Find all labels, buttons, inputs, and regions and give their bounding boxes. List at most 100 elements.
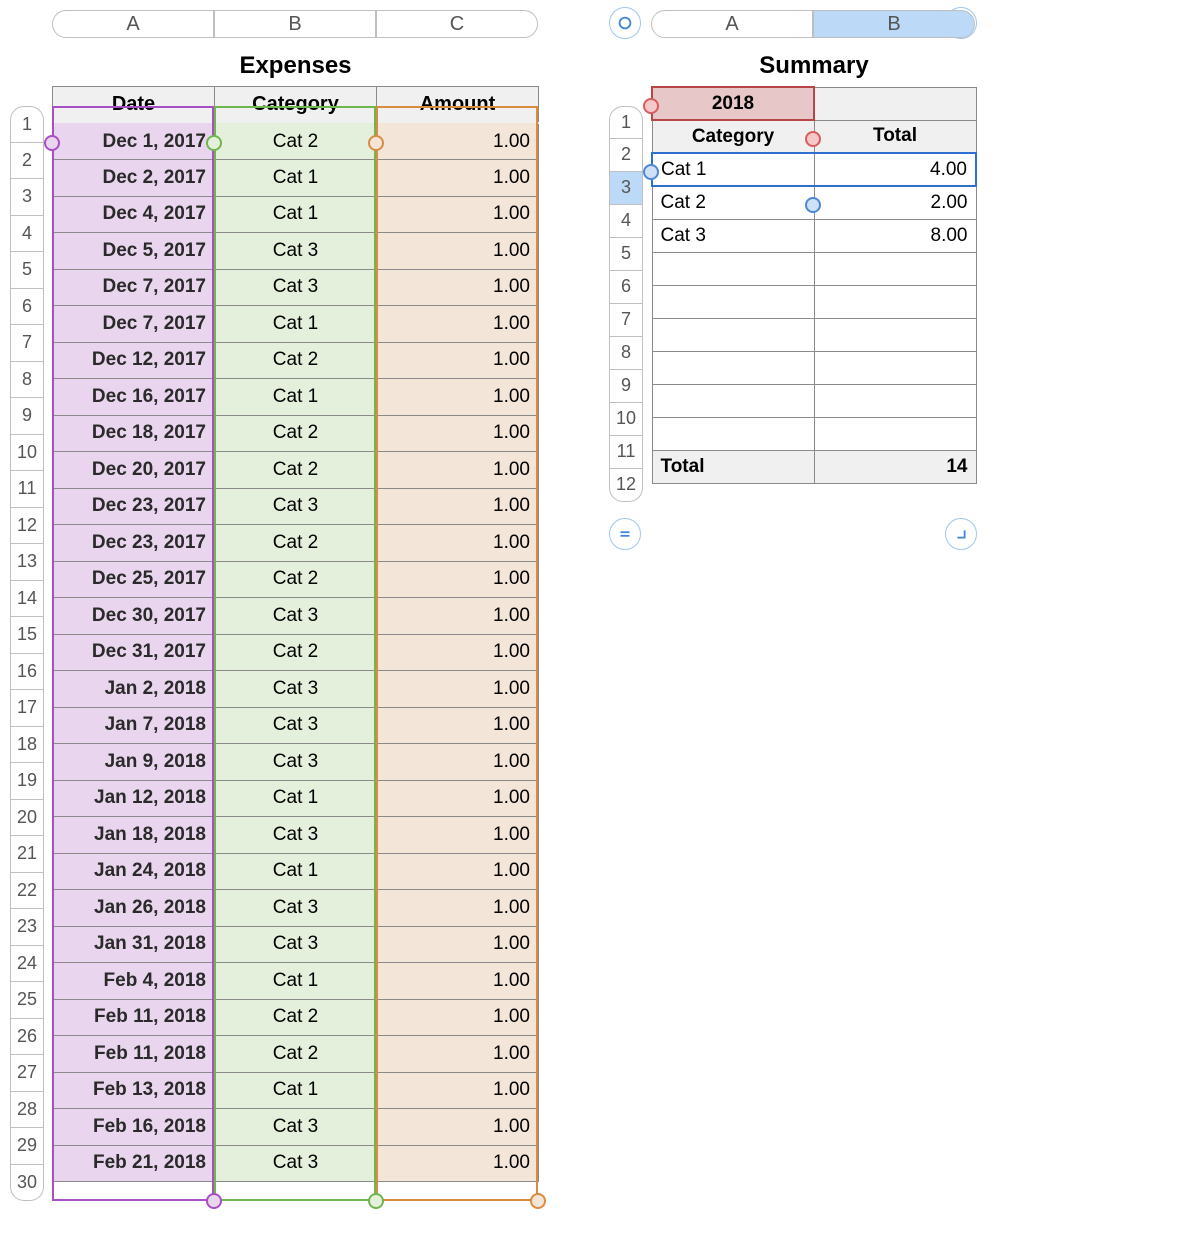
- table-row[interactable]: Dec 7, 2017Cat 11.00: [53, 306, 539, 343]
- cell-category[interactable]: Cat 3: [215, 707, 377, 744]
- table-row[interactable]: [652, 417, 976, 450]
- row-number[interactable]: 12: [609, 469, 643, 502]
- cell-date[interactable]: Feb 13, 2018: [53, 1072, 215, 1109]
- cell-amount[interactable]: 1.00: [377, 306, 539, 343]
- circle-control-top-left[interactable]: [609, 7, 641, 39]
- cell-date[interactable]: Jan 7, 2018: [53, 707, 215, 744]
- row-number[interactable]: 18: [10, 727, 44, 764]
- cell-amount[interactable]: 1.00: [377, 561, 539, 598]
- row-number[interactable]: 14: [10, 581, 44, 618]
- row-number[interactable]: 20: [10, 800, 44, 837]
- row-number[interactable]: 19: [10, 763, 44, 800]
- cell-date[interactable]: Dec 1, 2017: [53, 123, 215, 160]
- cell-category[interactable]: Cat 2: [215, 1036, 377, 1073]
- cell-empty[interactable]: [814, 285, 976, 318]
- table-row[interactable]: Dec 25, 2017Cat 21.00: [53, 561, 539, 598]
- table-row[interactable]: Jan 24, 2018Cat 11.00: [53, 853, 539, 890]
- row-number[interactable]: 5: [609, 238, 643, 271]
- table-row[interactable]: Jan 18, 2018Cat 31.00: [53, 817, 539, 854]
- table-row[interactable]: [652, 384, 976, 417]
- row-number[interactable]: 28: [10, 1092, 44, 1129]
- row-number[interactable]: 11: [609, 436, 643, 469]
- equals-control-bottom-left[interactable]: [609, 518, 641, 550]
- row-number[interactable]: 13: [10, 544, 44, 581]
- cell-category[interactable]: Cat 2: [215, 415, 377, 452]
- row-number[interactable]: 12: [10, 508, 44, 545]
- cell-category[interactable]: Cat 3: [215, 233, 377, 270]
- row-number[interactable]: 16: [10, 654, 44, 691]
- table-row[interactable]: Feb 11, 2018Cat 21.00: [53, 1036, 539, 1073]
- table-row[interactable]: Dec 7, 2017Cat 31.00: [53, 269, 539, 306]
- cell-date[interactable]: Feb 4, 2018: [53, 963, 215, 1000]
- cell-date[interactable]: Feb 11, 2018: [53, 1036, 215, 1073]
- cell-amount[interactable]: 1.00: [377, 853, 539, 890]
- row-number[interactable]: 15: [10, 617, 44, 654]
- cell-amount[interactable]: 1.00: [377, 488, 539, 525]
- cell-category[interactable]: Cat 1: [215, 306, 377, 343]
- cell-date[interactable]: Dec 7, 2017: [53, 306, 215, 343]
- row-number[interactable]: 3: [609, 172, 643, 205]
- cell-date[interactable]: Feb 21, 2018: [53, 1145, 215, 1182]
- cell-amount[interactable]: 1.00: [377, 999, 539, 1036]
- cell-category[interactable]: Cat 3: [652, 219, 814, 252]
- selection-handle-icon[interactable]: [368, 1193, 384, 1209]
- row-number[interactable]: 8: [10, 362, 44, 399]
- cell-date[interactable]: Jan 9, 2018: [53, 744, 215, 781]
- selection-handle-icon[interactable]: [530, 1193, 546, 1209]
- cell-amount[interactable]: 1.00: [377, 1145, 539, 1182]
- cell-amount[interactable]: 1.00: [377, 1109, 539, 1146]
- cell-amount[interactable]: 1.00: [377, 707, 539, 744]
- row-number[interactable]: 4: [10, 216, 44, 253]
- cell-category[interactable]: Cat 2: [215, 342, 377, 379]
- cell-amount[interactable]: 1.00: [377, 1072, 539, 1109]
- cell-date[interactable]: Jan 31, 2018: [53, 926, 215, 963]
- cell-amount[interactable]: 1.00: [377, 379, 539, 416]
- table-row[interactable]: Jan 2, 2018Cat 31.00: [53, 671, 539, 708]
- cell-date[interactable]: Dec 18, 2017: [53, 415, 215, 452]
- table-row[interactable]: Cat 22.00: [652, 186, 976, 219]
- cell-amount[interactable]: 1.00: [377, 598, 539, 635]
- footer-label[interactable]: Total: [652, 450, 814, 483]
- corner-control-bottom-right[interactable]: [945, 518, 977, 550]
- row-number[interactable]: 21: [10, 836, 44, 873]
- header-amount[interactable]: Amount: [377, 87, 539, 124]
- cell-category[interactable]: Cat 2: [215, 561, 377, 598]
- table-row[interactable]: Jan 12, 2018Cat 11.00: [53, 780, 539, 817]
- cell-amount[interactable]: 1.00: [377, 525, 539, 562]
- summary-table[interactable]: 2018CategoryTotalCat 14.00Cat 22.00Cat 3…: [651, 86, 977, 484]
- cell-date[interactable]: Jan 12, 2018: [53, 780, 215, 817]
- table-row[interactable]: Total14: [652, 450, 976, 483]
- cell-category[interactable]: Cat 2: [215, 452, 377, 489]
- table-row[interactable]: Jan 26, 2018Cat 31.00: [53, 890, 539, 927]
- row-number[interactable]: 11: [10, 471, 44, 508]
- cell-empty[interactable]: [652, 252, 814, 285]
- cell-empty[interactable]: [814, 351, 976, 384]
- row-number[interactable]: 2: [10, 143, 44, 180]
- cell-empty[interactable]: [652, 417, 814, 450]
- col-letter-B[interactable]: B: [813, 10, 975, 38]
- row-number[interactable]: 23: [10, 909, 44, 946]
- col-letter-B[interactable]: B: [214, 10, 376, 38]
- cell-total[interactable]: 2.00: [814, 186, 976, 219]
- cell-amount[interactable]: 1.00: [377, 780, 539, 817]
- row-number[interactable]: 6: [10, 289, 44, 326]
- table-row[interactable]: [652, 252, 976, 285]
- cell-category[interactable]: Cat 1: [215, 379, 377, 416]
- table-row[interactable]: Dec 12, 2017Cat 21.00: [53, 342, 539, 379]
- row-number[interactable]: 29: [10, 1128, 44, 1165]
- cell-category[interactable]: Cat 3: [215, 890, 377, 927]
- row-number[interactable]: 1: [609, 106, 643, 139]
- col-letter-A[interactable]: A: [52, 10, 214, 38]
- table-row[interactable]: [652, 285, 976, 318]
- row-number[interactable]: 22: [10, 873, 44, 910]
- cell-category[interactable]: Cat 2: [215, 123, 377, 160]
- row-number[interactable]: 8: [609, 337, 643, 370]
- cell-category[interactable]: Cat 3: [215, 744, 377, 781]
- table-row[interactable]: Cat 38.00: [652, 219, 976, 252]
- cell-category[interactable]: Cat 1: [215, 196, 377, 233]
- cell-category[interactable]: Cat 1: [652, 153, 814, 186]
- cell-category[interactable]: Cat 3: [215, 488, 377, 525]
- cell-date[interactable]: Jan 2, 2018: [53, 671, 215, 708]
- cell-amount[interactable]: 1.00: [377, 671, 539, 708]
- cell-category[interactable]: Cat 2: [215, 999, 377, 1036]
